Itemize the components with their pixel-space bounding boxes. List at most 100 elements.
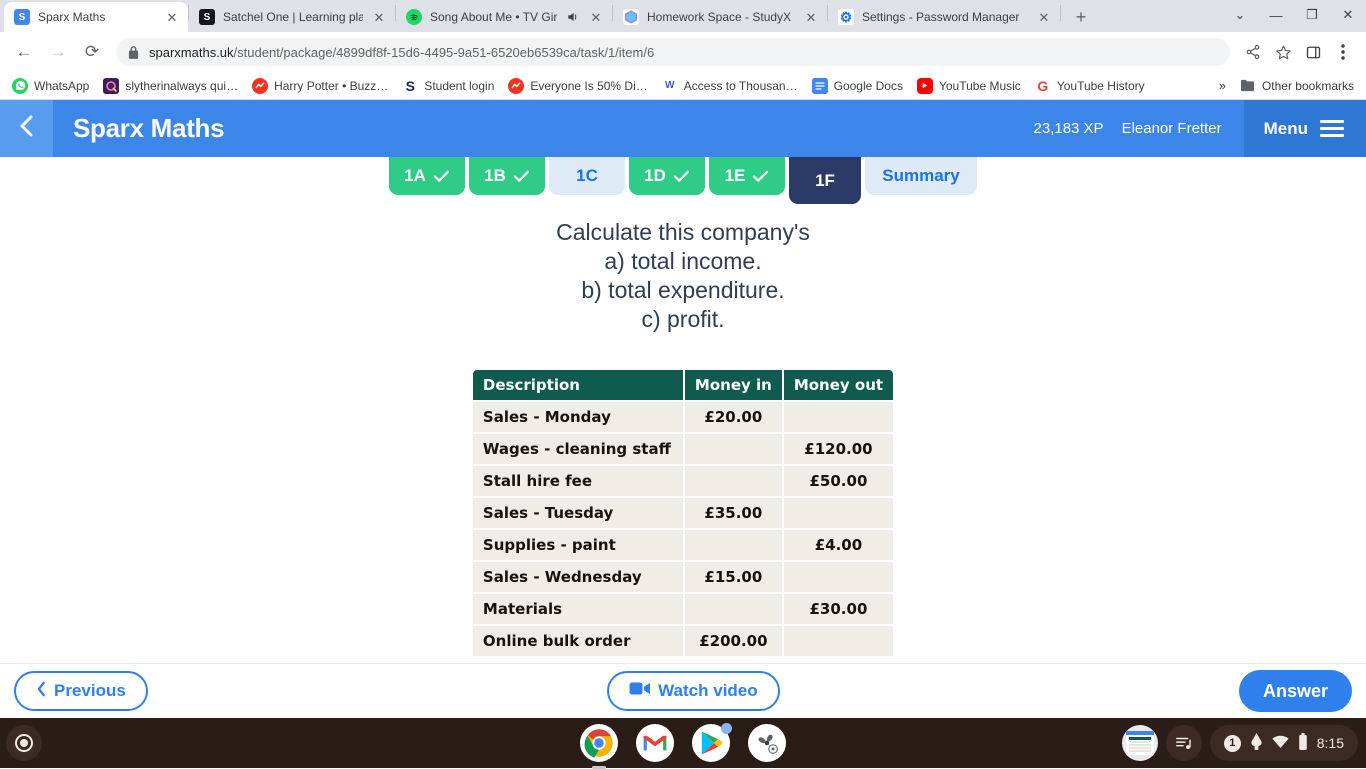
share-icon[interactable] [1238,36,1268,68]
task-tab-1a[interactable]: 1A [389,157,465,195]
column-header-description: Description [473,370,683,400]
chrome-icon[interactable] [580,724,618,762]
task-tab-1f[interactable]: 1F [789,157,861,204]
accounts-table-wrapper: Description Money in Money out Sales - M… [0,368,1366,658]
badge-dot [721,723,732,734]
check-icon [673,170,690,183]
bookmark-label: Access to Thousan… [684,79,798,93]
cell-money-out: £50.00 [784,466,893,496]
stylus-icon[interactable] [1250,733,1263,753]
star-icon[interactable] [1268,36,1298,68]
kebab-menu-icon[interactable] [1328,36,1358,68]
previous-label: Previous [54,681,126,701]
table-row: Supplies - paint £4.00 [473,530,893,560]
question-line: c) profit. [0,305,1366,334]
close-icon[interactable]: ✕ [588,9,604,25]
other-bookmarks-folder[interactable]: Other bookmarks [1234,75,1360,97]
question-line: a) total income. [0,247,1366,276]
sparx-header: Sparx Maths 23,183 XP Eleanor Fretter Me… [0,100,1366,157]
wa-icon: W [662,78,678,94]
browser-tab-satchel-one[interactable]: S Satchel One | Learning platform ✕ [189,2,395,32]
task-tab-summary[interactable]: Summary [865,157,977,195]
close-window-button[interactable]: ✕ [1330,1,1366,29]
bookmark-google-docs[interactable]: Google Docs [806,75,909,97]
wifi-icon[interactable] [1272,735,1289,752]
cell-money-in [685,466,782,496]
table-header-row: Description Money in Money out [473,370,893,400]
status-tray-pill[interactable]: 1 8:15 [1210,725,1358,761]
google-g-icon: G [1035,78,1051,94]
reload-button[interactable]: ⟳ [76,36,108,68]
bookmark-label: Google Docs [834,79,903,93]
browser-tab-spotify[interactable]: Song About Me • TV Girl ✕ [396,2,612,32]
battery-icon[interactable] [1298,733,1308,753]
close-icon[interactable]: ✕ [164,9,180,25]
task-tab-1c[interactable]: 1C [549,157,625,195]
answer-button[interactable]: Answer [1239,670,1352,712]
bookmark-label: slytherinalways qui… [125,79,238,93]
cell-description: Sales - Wednesday [473,562,683,592]
check-icon [513,170,530,183]
cell-description: Sales - Monday [473,402,683,432]
tab-audio-icon[interactable] [566,10,580,24]
cell-money-out: £30.00 [784,594,893,624]
bookmark-slytherinalways-quiz[interactable]: slytherinalways qui… [97,75,244,97]
bookmark-whatsapp[interactable]: WhatsApp [6,75,95,97]
bookmarks-bar-right: » Other bookmarks [1213,75,1360,97]
bookmark-student-login[interactable]: S Student login [396,75,500,97]
media-playlist-icon[interactable] [1166,725,1202,761]
close-icon[interactable]: ✕ [1036,9,1052,25]
clock-time: 8:15 [1317,735,1344,751]
cell-description: Materials [473,594,683,624]
bookmark-access-to-thousands[interactable]: W Access to Thousan… [656,75,804,97]
address-bar[interactable]: sparxmaths.uk/student/package/4899df8f-1… [116,38,1230,66]
bookmark-youtube-history[interactable]: G YouTube History [1029,75,1151,97]
bookmark-youtube-music[interactable]: YouTube Music [911,75,1027,97]
url-path: /student/package/4899df8f-15d6-4495-9a51… [234,45,655,60]
bookmark-everyone-is-50-percent[interactable]: Everyone Is 50% Di… [502,75,653,97]
task-action-bar: Previous Watch video Answer [0,663,1366,718]
close-icon[interactable]: ✕ [371,9,387,25]
maximize-button[interactable]: ❐ [1294,1,1330,29]
cell-money-out [784,562,893,592]
youtube-icon [917,78,933,94]
bookmark-label: Harry Potter • Buzz… [274,79,388,93]
check-icon [752,170,769,183]
bookmarks-overflow-icon[interactable]: » [1213,75,1232,96]
watch-video-button[interactable]: Watch video [607,671,780,711]
side-panel-icon[interactable] [1298,36,1328,68]
browser-tab-sparx-maths[interactable]: S Sparx Maths ✕ [4,2,188,32]
task-tab-bar: 1A 1B 1C 1D 1E 1F Summary [0,157,1366,198]
task-tab-1d[interactable]: 1D [629,157,705,195]
forward-button[interactable]: → [42,36,74,68]
bookmark-label: YouTube History [1057,79,1145,93]
browser-tab-settings-password-manager[interactable]: ⚙ Settings - Password Manager ✕ [828,2,1060,32]
bookmark-harry-potter-buzzfeed[interactable]: Harry Potter • Buzz… [246,75,394,97]
app-title: Sparx Maths [73,113,1034,144]
previous-button[interactable]: Previous [14,671,148,711]
task-tab-1b[interactable]: 1B [469,157,545,195]
minimize-button[interactable]: — [1258,1,1294,29]
browser-tab-studyx[interactable]: Homework Space - StudyX ✕ [613,2,827,32]
cell-money-in [685,530,782,560]
url-text: sparxmaths.uk/student/package/4899df8f-1… [149,45,654,60]
omnibox-actions [1238,36,1358,68]
launcher-circle-icon[interactable] [6,725,42,761]
play-store-icon[interactable] [692,724,730,762]
header-back-button[interactable] [0,100,53,157]
watch-video-label: Watch video [658,681,758,701]
new-tab-button[interactable]: + [1067,3,1095,31]
tab-search-icon[interactable]: ⌄ [1222,1,1258,29]
table-row: Sales - Tuesday £35.00 [473,498,893,528]
cell-description: Stall hire fee [473,466,683,496]
quizlet-icon [103,78,119,94]
explore-fan-icon[interactable] [748,724,786,762]
chevron-left-icon [36,681,47,702]
close-icon[interactable]: ✕ [803,9,819,25]
window-thumbnail-icon[interactable] [1122,725,1158,761]
back-button[interactable]: ← [8,36,40,68]
menu-button[interactable]: Menu [1244,100,1366,157]
task-tab-1e[interactable]: 1E [709,157,785,195]
browser-tab-strip: S Sparx Maths ✕ S Satchel One | Learning… [0,0,1366,32]
gmail-icon[interactable] [636,724,674,762]
